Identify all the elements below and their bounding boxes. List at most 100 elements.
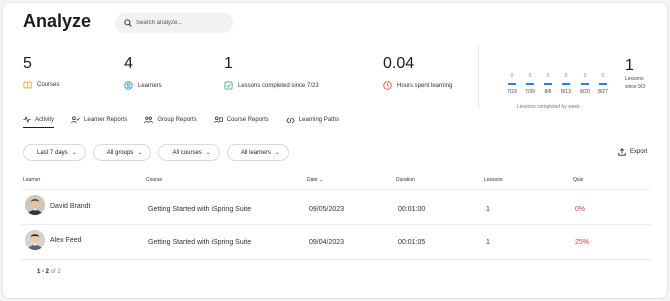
course-name: Getting Started with iSpring Suite [148, 239, 252, 246]
activity-icon [23, 116, 31, 123]
duration-cell: 00:01:00 [398, 206, 426, 213]
divider [21, 259, 651, 260]
tab-label: Activity [35, 116, 55, 123]
week-column: 0 8/27 [595, 73, 611, 95]
stat-label: Hours spent learning [397, 82, 453, 89]
week-count: 0 [528, 73, 532, 79]
report-tabs: Activity Learner Reports Group Reports C… [23, 116, 356, 128]
week-bar [562, 83, 570, 85]
column-label: Date [307, 177, 318, 183]
since-label-line1: Lessons [625, 76, 644, 82]
week-date: 8/27 [598, 89, 608, 95]
tab-label: Learner Reports [84, 117, 128, 123]
sort-down-icon: ⌄ [318, 177, 324, 183]
week-bar [581, 83, 589, 85]
chevron-down-icon: ⌄ [274, 150, 280, 156]
week-date: 7/23 [507, 89, 517, 95]
filter-label: All learners [240, 149, 271, 156]
week-column: 0 8/6 [540, 73, 556, 95]
search-icon [124, 19, 132, 27]
search-input[interactable] [136, 20, 226, 26]
week-count: 0 [583, 73, 587, 79]
export-label: Export [630, 149, 648, 155]
course-name: Getting Started with iSpring Suite [148, 206, 252, 213]
stat-label: Courses [37, 82, 60, 88]
since-value: 1 [625, 57, 634, 74]
tab-course-reports[interactable]: Course Reports [213, 116, 269, 128]
export-button[interactable]: Export [618, 148, 647, 156]
lessons-since: 1 Lessons since 9/3 [625, 57, 645, 91]
pagination-range: 1 - 2 [37, 269, 50, 275]
period-filter[interactable]: Last 7 days ⌄ [23, 144, 86, 161]
group-icon [144, 116, 154, 124]
courses-filter[interactable]: All courses ⌄ [158, 144, 220, 161]
quiz-cell: 25% [575, 239, 590, 246]
stat-label: Learners [138, 82, 162, 89]
week-column: 0 7/30 [522, 73, 538, 95]
weekly-caption: Lessons completed by week [517, 104, 580, 110]
course-reports-icon [213, 116, 223, 124]
week-bar [544, 83, 552, 85]
stat-courses: 5 Courses [23, 55, 59, 89]
analyze-card: Analyze 5 Courses 4 Learners [2, 2, 668, 299]
avatar [25, 230, 45, 250]
pagination-total: of 2 [50, 269, 61, 275]
clock-icon [383, 81, 392, 90]
learner-name[interactable]: David Brandt [50, 203, 90, 210]
column-header-duration[interactable]: Duration [396, 177, 415, 183]
stat-learners: 4 Learners [124, 55, 162, 90]
week-count: 0 [601, 73, 605, 79]
column-header-course[interactable]: Course [146, 177, 162, 183]
stat-value: 0.04 [383, 55, 415, 72]
column-header-quiz[interactable]: Quiz [573, 177, 583, 183]
check-square-icon [224, 81, 233, 90]
week-bar [508, 83, 516, 85]
week-bar [526, 83, 534, 85]
filter-label: All courses [172, 149, 202, 156]
week-column: 0 8/13 [558, 73, 574, 95]
date-cell: 09/05/2023 [309, 206, 345, 213]
book-icon [23, 81, 32, 89]
tab-label: Course Reports [226, 117, 269, 123]
divider [478, 45, 479, 109]
week-date: 8/20 [580, 89, 590, 95]
column-header-date[interactable]: Date ⌄ [307, 177, 323, 183]
tab-label: Group Reports [157, 117, 197, 123]
lessons-cell: 1 [486, 239, 490, 246]
tab-activity[interactable]: Activity [23, 116, 55, 128]
filter-bar: Last 7 days ⌄ All groups ⌄ All courses ⌄… [23, 144, 296, 161]
tab-learner-reports[interactable]: Learner Reports [71, 116, 127, 128]
path-icon [286, 117, 295, 123]
chevron-down-icon: ⌄ [205, 150, 211, 156]
tab-learning-paths[interactable]: Learning Paths [286, 116, 339, 128]
duration-cell: 00:01:05 [398, 239, 426, 246]
learners-filter[interactable]: All learners ⌄ [226, 144, 289, 161]
divider [21, 189, 651, 190]
quiz-cell: 0% [575, 206, 586, 213]
column-header-lessons[interactable]: Lessons [484, 177, 503, 183]
week-count: 0 [546, 73, 550, 79]
filter-label: Last 7 days [37, 149, 68, 156]
search-box[interactable] [115, 13, 233, 33]
filter-label: All groups [106, 149, 134, 156]
stat-label: Lessons completed since 7/23 [238, 82, 319, 89]
learner-reports-icon [71, 116, 80, 124]
stat-lessons-completed: 1 Lessons completed since 7/23 [224, 55, 319, 90]
chevron-down-icon: ⌄ [71, 150, 77, 156]
since-label-line2: since 9/3 [625, 84, 646, 90]
week-date: 8/13 [561, 89, 571, 95]
groups-filter[interactable]: All groups ⌄ [92, 144, 152, 161]
export-icon [618, 148, 626, 156]
chevron-down-icon: ⌄ [137, 150, 143, 156]
week-bar [599, 83, 607, 85]
week-column: 0 7/23 [504, 73, 520, 95]
week-count: 0 [510, 73, 514, 79]
column-header-learner[interactable]: Learner [23, 177, 40, 183]
user-circle-icon [124, 81, 133, 90]
stat-value: 1 [224, 55, 233, 72]
lessons-cell: 1 [486, 206, 490, 213]
tab-group-reports[interactable]: Group Reports [144, 116, 197, 128]
page-title: Analyze [23, 11, 92, 31]
learner-name[interactable]: Alex Feed [50, 237, 82, 244]
week-date: 7/30 [525, 89, 535, 95]
